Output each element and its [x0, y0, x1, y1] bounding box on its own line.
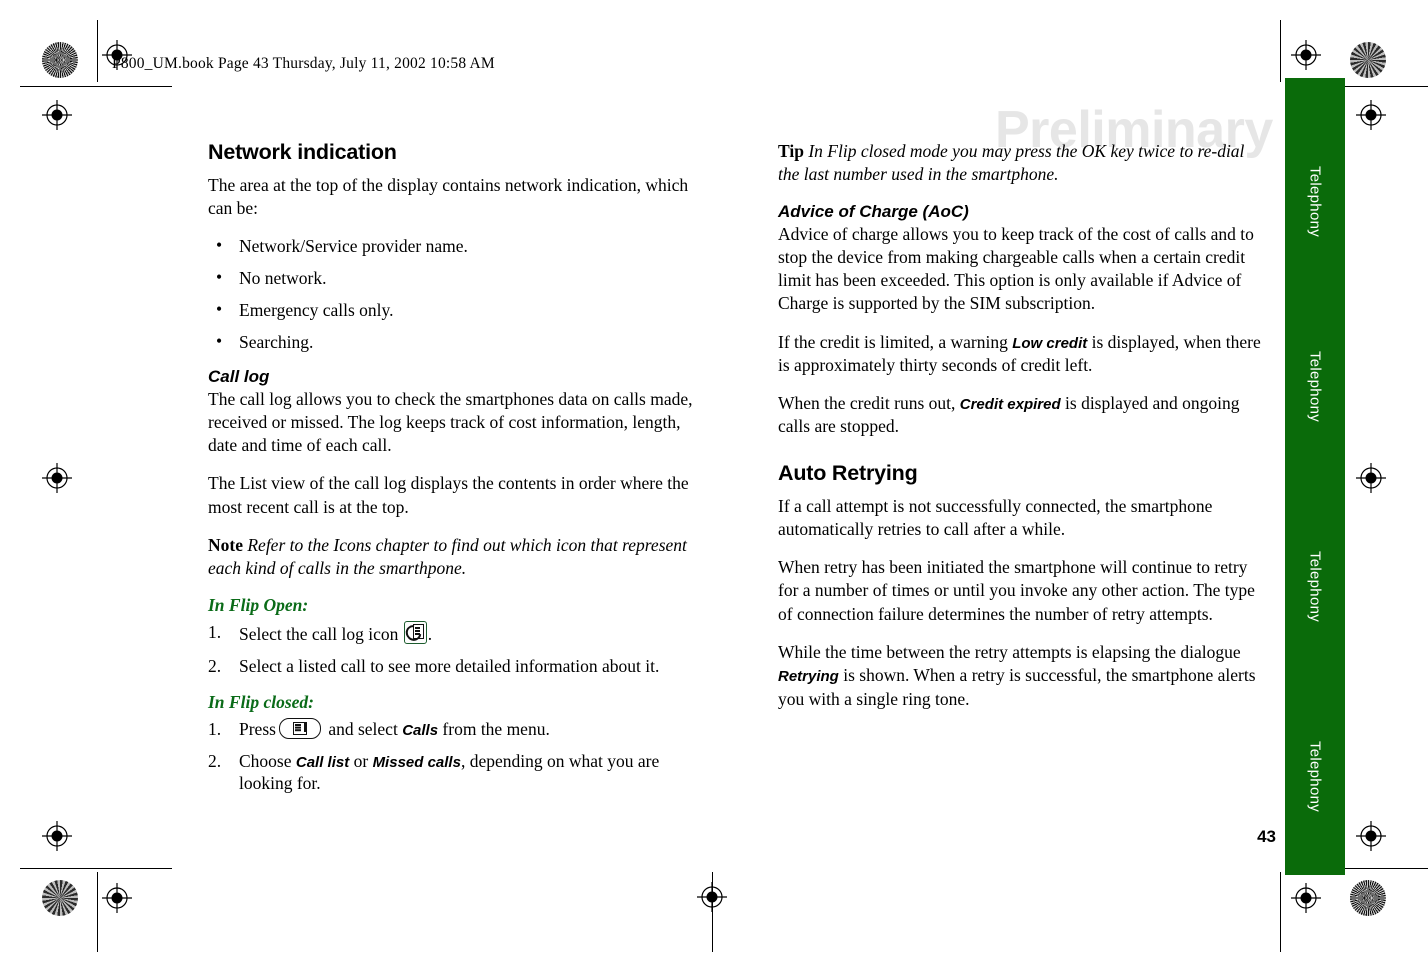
retry-3-after: is shown. When a retry is successful, th…: [778, 665, 1256, 709]
ui-term-calls: Calls: [402, 721, 439, 739]
paragraph-tip: Tip In Flip closed mode you may press th…: [778, 140, 1270, 187]
step-text-after-icon: .: [427, 624, 433, 645]
list-item: Emergency calls only.: [208, 299, 700, 321]
registration-target-lower-right: [1356, 821, 1386, 851]
registration-target-top-right-corner: [1291, 40, 1321, 70]
aoc-2-before: If the credit is limited, a warning: [778, 331, 1013, 352]
list-item: Network/Service provider name.: [208, 235, 700, 257]
steps-flip-closed: Press and select Calls from the menu. Ch…: [208, 717, 700, 796]
heading-in-flip-closed: In Flip closed:: [208, 691, 314, 712]
registration-rosette-top-right: [1350, 42, 1386, 78]
paragraph-retry-2: When retry has been initiated the smartp…: [778, 557, 1255, 624]
side-tab-label: Telephony: [1306, 550, 1324, 623]
paragraph-retry-3: While the time between the retry attempt…: [778, 641, 1270, 711]
ui-term-missed-calls: Missed calls: [372, 753, 461, 771]
crop-line-bottom-center-vertical: [712, 872, 713, 952]
crop-line-top-vertical-right: [1280, 20, 1281, 82]
step-text-press: Press: [239, 718, 276, 739]
paragraph-call-log-note: Note Refer to the Icons chapter to find …: [208, 534, 700, 581]
ui-term-retrying: Retrying: [778, 668, 839, 686]
ui-term-low-credit: Low credit: [1012, 334, 1088, 352]
ui-term-call-list: Call list: [295, 753, 350, 771]
registration-rosette-bottom-left: [42, 880, 78, 916]
step-text-after: from the menu.: [438, 718, 550, 739]
crop-line-bottom-horizontal-left: [20, 868, 172, 869]
page-number: 43: [1257, 827, 1276, 846]
tip-lead-label: Tip: [778, 141, 804, 161]
side-tab-label: Telephony: [1306, 350, 1324, 423]
list-item: Choose Call list or Missed calls, depend…: [208, 750, 700, 796]
registration-target-top-right: [1356, 100, 1386, 130]
paragraph-call-log-2: The List view of the call log displays t…: [208, 473, 689, 517]
left-text-column: Network indication The area at the top o…: [208, 140, 700, 809]
registration-target-upper-left: [42, 100, 72, 130]
registration-rosette-bottom-right: [1350, 880, 1386, 916]
registration-target-bottom-left: [102, 883, 132, 913]
steps-flip-open: Select the call log icon . Select a list…: [208, 621, 700, 678]
list-item: Select the call log icon .: [208, 621, 700, 646]
note-lead-label: Note: [208, 534, 243, 555]
registration-target-right-middle: [1356, 463, 1386, 493]
heading-in-flip-open: In Flip Open:: [208, 595, 309, 616]
crop-line-top-vertical-left: [97, 20, 98, 82]
step-text-before-icon: Select the call log icon: [239, 624, 399, 645]
registration-target-bottom-right-corner: [1291, 883, 1321, 913]
side-tab-label: Telephony: [1306, 740, 1324, 813]
menu-key-icon-glyph: [292, 721, 307, 735]
step-text-mid: and select: [323, 718, 403, 739]
crop-line-bottom-vertical-left: [97, 872, 98, 952]
note-body-text: Refer to the Icons chapter to find out w…: [208, 534, 687, 579]
document-header-line: P800_UM.book Page 43 Thursday, July 11, …: [112, 55, 495, 72]
crop-line-top-horizontal-left: [20, 86, 172, 87]
paragraph-aoc-3: When the credit runs out, Credit expired…: [778, 392, 1270, 439]
aoc-3-before: When the credit runs out,: [778, 393, 960, 414]
step-text-choose: Choose: [239, 750, 296, 771]
retry-3-before: While the time between the retry attempt…: [778, 641, 1241, 662]
paragraph-aoc-1: Advice of charge allows you to keep trac…: [778, 223, 1254, 314]
list-item: Press and select Calls from the menu.: [208, 717, 700, 741]
ui-term-credit-expired: Credit expired: [959, 396, 1061, 414]
step-text-or: or: [349, 750, 373, 771]
side-tab-label: Telephony: [1306, 165, 1324, 238]
paragraph-call-log-1: The call log allows you to check the sma…: [208, 388, 693, 456]
heading-auto-retrying: Auto Retrying: [778, 460, 918, 485]
registration-rosette-top-left: [42, 42, 78, 78]
list-network-indication-types: Network/Service provider name. No networ…: [208, 235, 700, 353]
list-item: Searching.: [208, 331, 700, 353]
menu-key-icon: [278, 717, 321, 739]
registration-target-left-middle: [42, 463, 72, 493]
list-item: No network.: [208, 267, 700, 289]
heading-advice-of-charge: Advice of Charge (AoC): [778, 201, 969, 221]
tip-body-text: In Flip closed mode you may press the OK…: [778, 141, 1245, 185]
list-item: Select a listed call to see more detaile…: [208, 655, 660, 678]
heading-call-log: Call log: [208, 366, 270, 386]
heading-network-indication: Network indication: [208, 140, 397, 164]
crop-line-bottom-vertical-right: [1280, 872, 1281, 952]
registration-target-lower-left: [42, 821, 72, 851]
right-text-column: Tip In Flip closed mode you may press th…: [778, 140, 1270, 726]
side-tab-telephony: Telephony Telephony Telephony Telephony: [1285, 78, 1345, 875]
paragraph-aoc-2: If the credit is limited, a warning Low …: [778, 331, 1270, 378]
call-log-icon: [402, 621, 427, 645]
paragraph-network-intro: The area at the top of the display conta…: [208, 175, 689, 219]
paragraph-retry-1: If a call attempt is not successfully co…: [778, 495, 1213, 539]
